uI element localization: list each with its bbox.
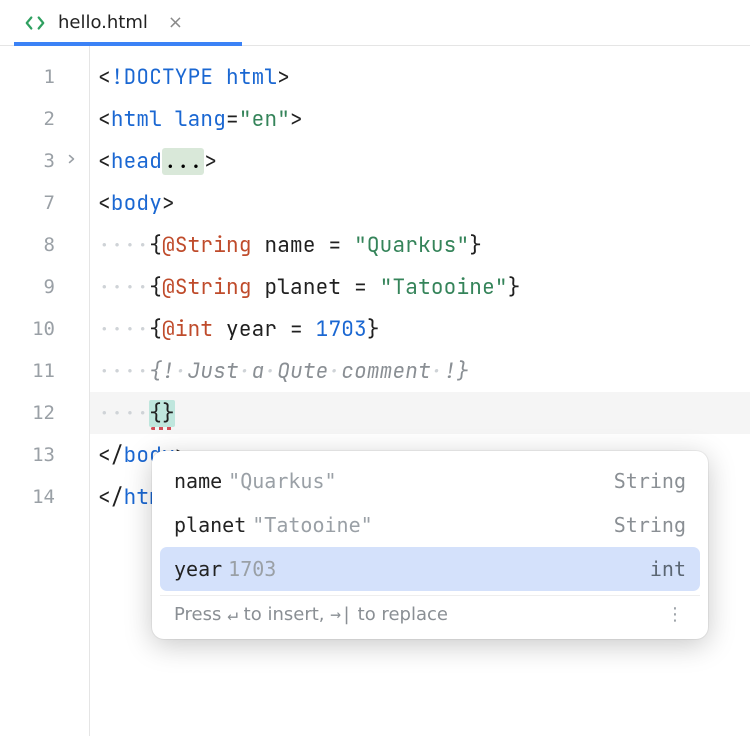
line-number: 9 bbox=[0, 276, 89, 298]
completion-type: String bbox=[614, 513, 686, 537]
line-number: 7 bbox=[0, 192, 89, 214]
completion-item-selected[interactable]: year1703 int bbox=[160, 547, 700, 591]
close-icon[interactable]: × bbox=[168, 12, 183, 33]
completion-type: int bbox=[650, 557, 686, 581]
more-options-icon[interactable]: ⋮ bbox=[666, 604, 686, 625]
enter-key-icon: ↵ bbox=[227, 604, 238, 625]
editor-tab-bar: hello.html × bbox=[0, 0, 750, 46]
completion-item[interactable]: name"Quarkus" String bbox=[160, 459, 700, 503]
line-number: 14 bbox=[0, 486, 89, 508]
error-squiggle bbox=[151, 427, 173, 430]
cursor-position[interactable]: {} bbox=[149, 400, 175, 427]
line-number: 10 bbox=[0, 318, 89, 340]
line-number: 8 bbox=[0, 234, 89, 256]
code-file-icon bbox=[24, 12, 46, 34]
line-number: 12 bbox=[0, 402, 89, 424]
tab-filename: hello.html bbox=[58, 12, 148, 33]
fold-chevron-icon[interactable] bbox=[65, 152, 77, 170]
editor-tab[interactable]: hello.html × bbox=[14, 0, 193, 45]
line-number: 11 bbox=[0, 360, 89, 382]
tab-key-icon: →| bbox=[330, 604, 352, 625]
code-line[interactable]: ····{@int year = 1703} bbox=[90, 308, 750, 350]
code-line[interactable]: <!DOCTYPE html> bbox=[90, 56, 750, 98]
code-line[interactable]: <html lang="en"> bbox=[90, 98, 750, 140]
code-line[interactable]: ····{@String planet = "Tatooine"} bbox=[90, 266, 750, 308]
code-line[interactable]: <head...> bbox=[90, 140, 750, 182]
line-number-gutter: 1 2 3 7 8 9 10 11 12 13 14 bbox=[0, 46, 90, 736]
code-line[interactable]: ····{@String name = "Quarkus"} bbox=[90, 224, 750, 266]
code-line[interactable]: <body> bbox=[90, 182, 750, 224]
line-number: 13 bbox=[0, 444, 89, 466]
code-line[interactable]: ····{!·Just·a·Qute·comment·!} bbox=[90, 350, 750, 392]
autocomplete-popup: name"Quarkus" String planet"Tatooine" St… bbox=[152, 451, 708, 639]
folded-region[interactable]: ... bbox=[162, 148, 204, 175]
code-line-current[interactable]: ····{} bbox=[90, 392, 750, 434]
completion-footer: Press ↵ to insert, →| to replace ⋮ bbox=[160, 595, 700, 635]
completion-item[interactable]: planet"Tatooine" String bbox=[160, 503, 700, 547]
line-number: 2 bbox=[0, 108, 89, 130]
line-number: 1 bbox=[0, 66, 89, 88]
completion-type: String bbox=[614, 469, 686, 493]
code-editor: 1 2 3 7 8 9 10 11 12 13 14 <!DOCTYPE htm… bbox=[0, 46, 750, 736]
